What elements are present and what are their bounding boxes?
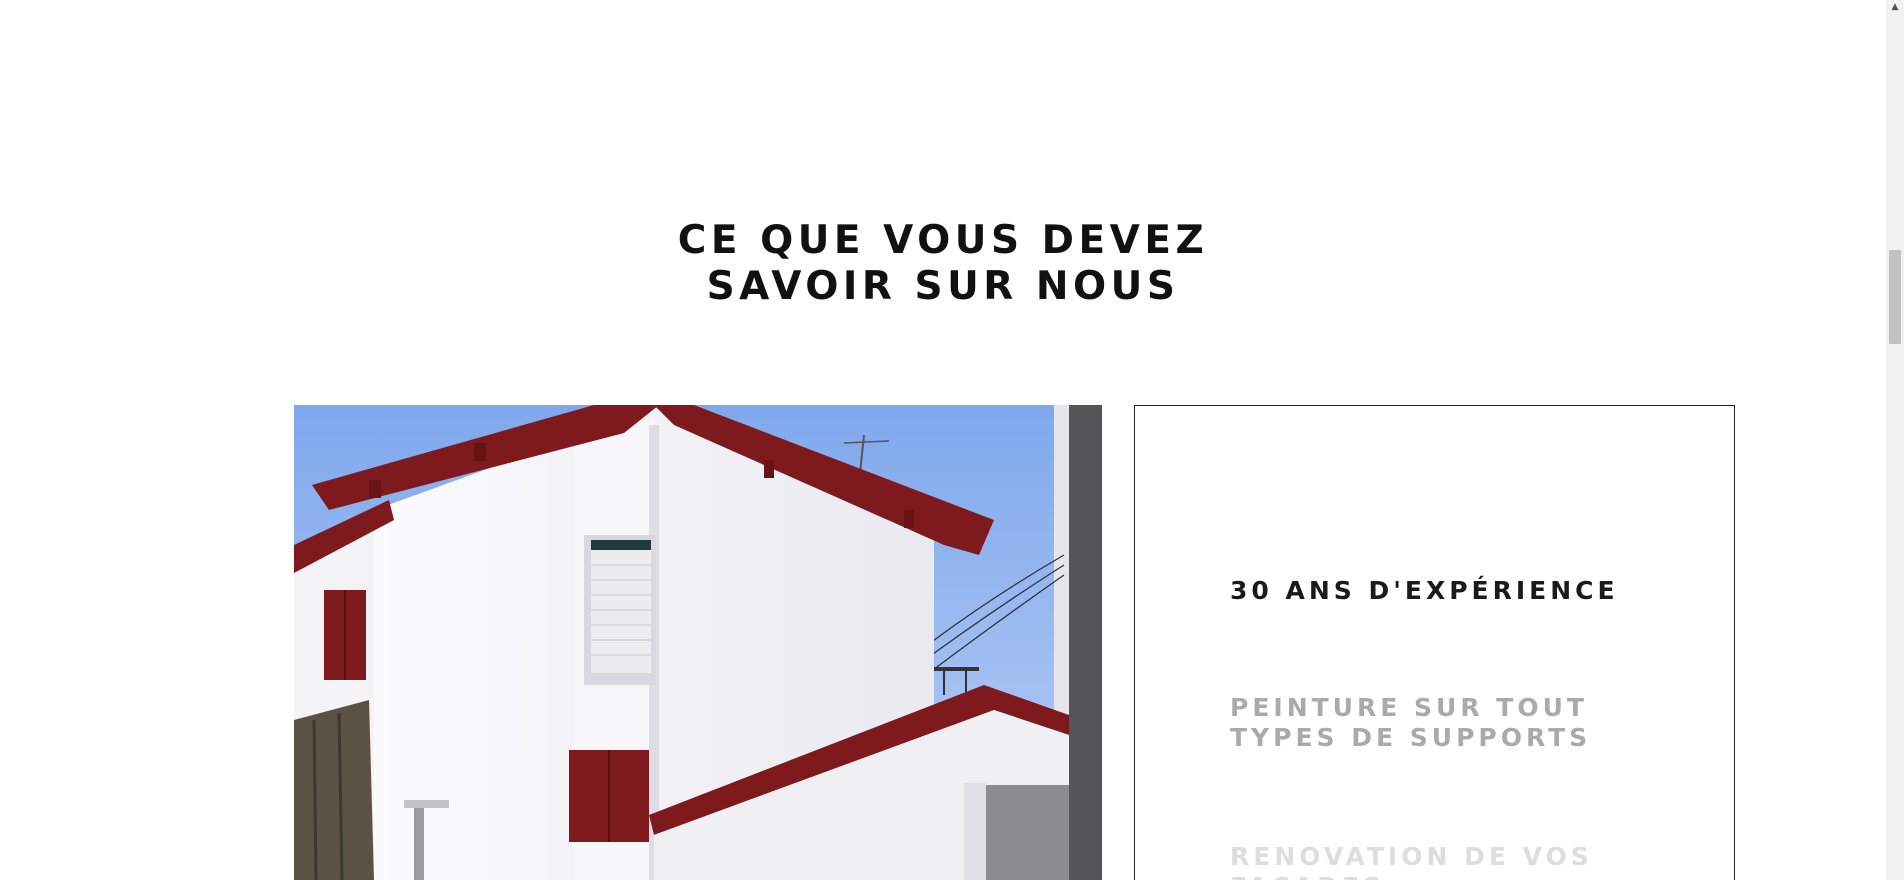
vertical-scrollbar[interactable]: ▲ [1886, 0, 1904, 880]
feature-renovation: RENOVATION DE VOS FACADES [1230, 842, 1593, 880]
scroll-thumb[interactable] [1889, 250, 1901, 344]
feature-renovation-line-1: RENOVATION DE VOS [1230, 842, 1593, 871]
section-title-line-1: CE QUE VOUS DEVEZ [677, 218, 1209, 263]
scroll-up-icon[interactable]: ▲ [1886, 0, 1904, 14]
feature-experience: 30 ANS D'EXPÉRIENCE [1230, 576, 1619, 606]
feature-painting-line-1: PEINTURE SUR TOUT [1230, 693, 1588, 722]
feature-experience-line-1: 30 ANS D'EXPÉRIENCE [1230, 576, 1619, 605]
feature-painting-line-2: TYPES DE SUPPORTS [1230, 723, 1592, 752]
feature-renovation-line-2: FACADES [1230, 872, 1593, 880]
section-title-line-2: SAVOIR SUR NOUS [706, 264, 1180, 309]
features-panel: 30 ANS D'EXPÉRIENCE PEINTURE SUR TOUT TY… [1134, 405, 1735, 880]
section-title: CE QUE VOUS DEVEZ SAVOIR SUR NOUS [0, 218, 1886, 310]
page: CE QUE VOUS DEVEZ SAVOIR SUR NOUS 30 ANS… [0, 0, 1904, 880]
house-photo [294, 405, 1102, 880]
feature-painting: PEINTURE SUR TOUT TYPES DE SUPPORTS [1230, 693, 1591, 753]
